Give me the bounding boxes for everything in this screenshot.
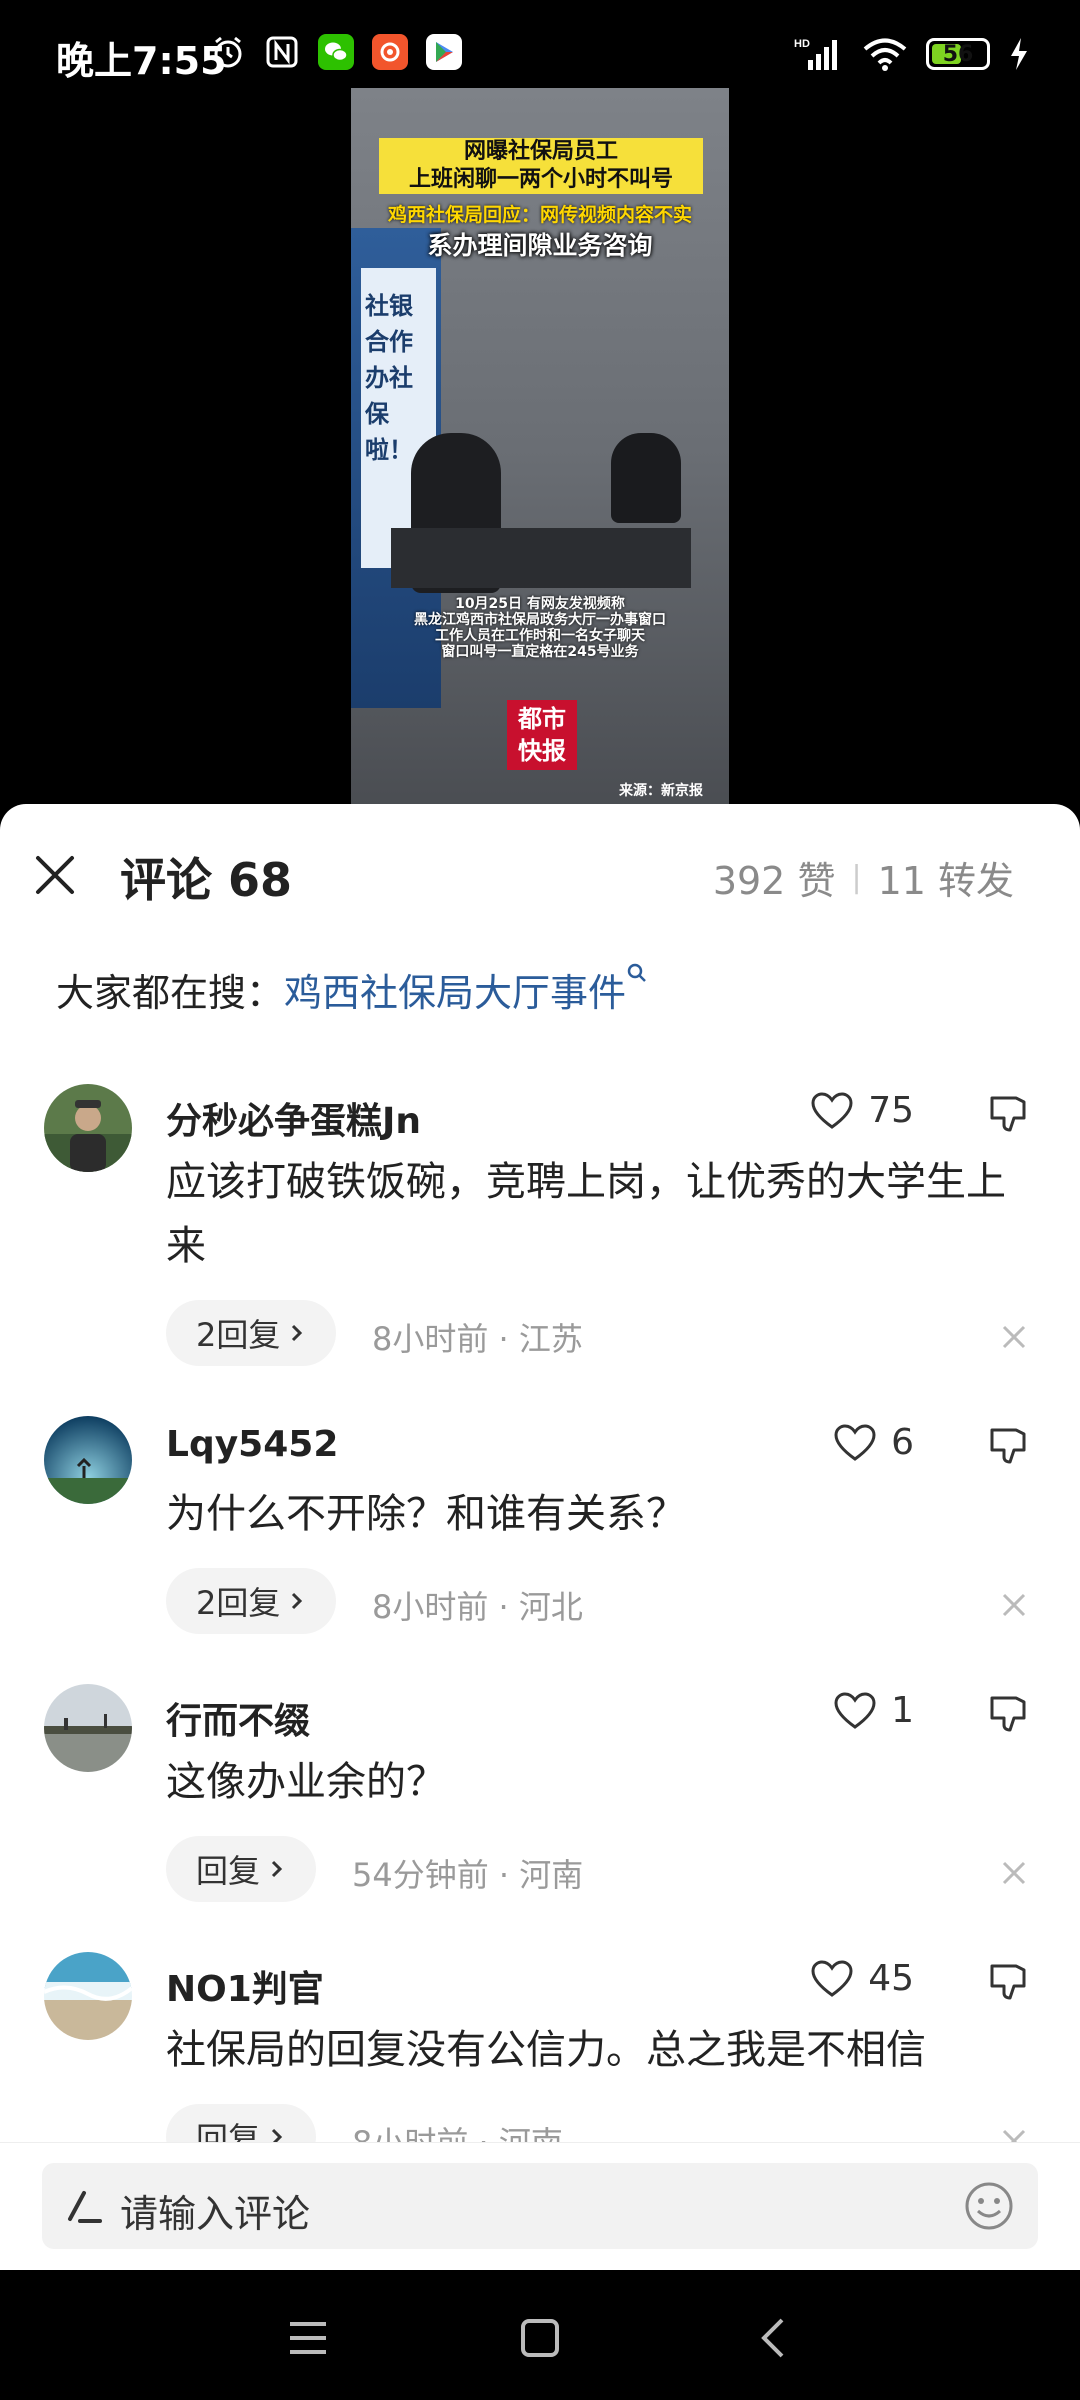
comment-text: 这像办业余的？ bbox=[166, 1759, 446, 1805]
back-icon[interactable] bbox=[750, 2314, 798, 2362]
comment-meta: 54分钟前 · 河南 bbox=[352, 1856, 584, 1894]
video-subtitle-2: 黑龙江鸡西市社保局政务大厅一办事窗口 bbox=[414, 612, 666, 628]
close-icon[interactable] bbox=[1000, 1859, 1028, 1887]
comment-username[interactable]: Lqy5452 bbox=[166, 1424, 338, 1465]
status-time: 晚上7:55 bbox=[56, 39, 227, 83]
emoji-icon[interactable] bbox=[962, 2179, 1016, 2233]
post-stats: 392 赞 | 11 转发 bbox=[713, 850, 1014, 905]
dushi-kuaibao-logo: 都市 快报 bbox=[507, 700, 577, 770]
avatar[interactable] bbox=[44, 1952, 132, 2040]
avatar[interactable] bbox=[44, 1084, 132, 1172]
notification-icons bbox=[210, 34, 462, 70]
dislike-icon[interactable] bbox=[986, 1092, 1030, 1136]
menu-icon[interactable] bbox=[284, 2314, 332, 2362]
heart-icon bbox=[811, 1959, 853, 1997]
comment-header: 评论 68 392 赞 | 11 转发 bbox=[0, 804, 1080, 944]
comment-meta: 8小时前 · 江苏 bbox=[372, 1320, 583, 1358]
reply-button[interactable]: 2回复 bbox=[166, 1300, 337, 1366]
chevron-right-icon bbox=[292, 1324, 303, 1342]
like-button[interactable]: 45 bbox=[810, 1958, 914, 1999]
comment-sheet: 评论 68 392 赞 | 11 转发 大家都在搜：鸡西社保局大厅事件 分秒必争… bbox=[0, 804, 1080, 2270]
video-subtitle-4: 窗口叫号一直定格在245号业务 bbox=[441, 644, 639, 660]
dislike-icon[interactable] bbox=[986, 1692, 1030, 1736]
reply-button[interactable]: 回复 bbox=[166, 1836, 317, 1902]
post-likes[interactable]: 392 赞 bbox=[713, 850, 836, 905]
reply-count: 2回复 bbox=[196, 1584, 281, 1622]
trending-search: 大家都在搜：鸡西社保局大厅事件 bbox=[56, 962, 648, 1017]
heart-icon bbox=[811, 1091, 853, 1129]
divider: | bbox=[851, 860, 862, 895]
video-headline-1: 网曝社保局员工 bbox=[463, 139, 618, 164]
like-count: 6 bbox=[891, 1422, 914, 1463]
video-headline-2: 上班闲聊一两个小时不叫号 bbox=[408, 167, 673, 192]
alarm-icon bbox=[210, 34, 246, 70]
post-shares[interactable]: 11 转发 bbox=[878, 850, 1014, 905]
comment-text: 为什么不开除？和谁有关系？ bbox=[166, 1491, 686, 1537]
video-subtitle-1: 10月25日 有网友发视频称 bbox=[455, 596, 625, 612]
comment-count-title: 评论 68 bbox=[120, 853, 293, 907]
camera-app-icon bbox=[372, 34, 408, 70]
heart-icon bbox=[834, 1691, 876, 1729]
like-button[interactable]: 75 bbox=[810, 1090, 914, 1131]
system-nav-bar bbox=[0, 2270, 1080, 2400]
video-person-staff bbox=[611, 433, 681, 523]
video-headline-box: 网曝社保局员工 上班闲聊一两个小时不叫号 bbox=[379, 138, 703, 194]
logo-line-1: 都市 bbox=[518, 705, 566, 733]
comment-meta: 8小时前 · 河北 bbox=[372, 1588, 583, 1626]
video-subtitle: 10月25日 有网友发视频称 黑龙江鸡西市社保局政务大厅一办事窗口 工作人员在工… bbox=[351, 596, 729, 660]
trending-search-keyword: 鸡西社保局大厅事件 bbox=[284, 971, 627, 1015]
logo-line-2: 快报 bbox=[518, 737, 566, 765]
dislike-icon[interactable] bbox=[986, 1424, 1030, 1468]
comment-text: 应该打破铁饭碗，竞聘上岗，让优秀的大学生上来 bbox=[166, 1159, 1006, 1269]
charging-icon bbox=[1011, 38, 1027, 70]
home-icon[interactable] bbox=[516, 2314, 564, 2362]
comment-username[interactable]: NO1判官 bbox=[166, 1960, 324, 2012]
search-icon bbox=[627, 963, 646, 982]
video-subtitle-3: 工作人员在工作时和一名女子聊天 bbox=[435, 628, 645, 644]
reply-label: 回复 bbox=[196, 1852, 261, 1890]
close-icon[interactable] bbox=[30, 850, 80, 900]
reply-button[interactable]: 2回复 bbox=[166, 1568, 337, 1634]
chevron-right-icon bbox=[292, 1592, 303, 1610]
like-count: 75 bbox=[868, 1090, 914, 1131]
comment-input[interactable]: 请输入评论 bbox=[42, 2163, 1038, 2249]
svg-text:HD: HD bbox=[794, 38, 810, 50]
nfc-icon bbox=[264, 34, 300, 70]
wechat-icon bbox=[318, 34, 354, 70]
like-button[interactable]: 1 bbox=[833, 1690, 914, 1731]
video-desk bbox=[391, 528, 691, 588]
battery-level: 56 bbox=[942, 41, 974, 67]
trending-search-label: 大家都在搜： bbox=[56, 971, 285, 1015]
wifi-icon bbox=[863, 38, 907, 71]
play-store-icon bbox=[426, 34, 462, 70]
like-count: 45 bbox=[868, 1958, 914, 1999]
comment-username[interactable]: 分秒必争蛋糕Jn bbox=[166, 1092, 421, 1144]
system-indicators: HD 56 bbox=[794, 36, 1030, 72]
comment-text: 社保局的回复没有公信力。总之我是不相信 bbox=[166, 2027, 926, 2073]
comment-username[interactable]: 行而不缀 bbox=[166, 1692, 310, 1744]
video-headline-3: 鸡西社保局回应：网传视频内容不实 bbox=[387, 204, 692, 226]
close-icon[interactable] bbox=[1000, 1591, 1028, 1619]
close-icon[interactable] bbox=[1000, 1323, 1028, 1351]
heart-icon bbox=[834, 1423, 876, 1461]
reply-count: 2回复 bbox=[196, 1316, 281, 1354]
video-source: 来源：新京报 bbox=[619, 783, 703, 799]
like-count: 1 bbox=[891, 1690, 914, 1731]
like-button[interactable]: 6 bbox=[833, 1422, 914, 1463]
avatar[interactable] bbox=[44, 1416, 132, 1504]
signal-icon: HD bbox=[794, 38, 837, 70]
comment-input-placeholder: 请输入评论 bbox=[120, 2192, 311, 2236]
pen-icon bbox=[68, 2191, 102, 2223]
trending-search-link[interactable]: 鸡西社保局大厅事件 bbox=[284, 963, 648, 1015]
avatar[interactable] bbox=[44, 1684, 132, 1772]
video-player[interactable]: 社银合作 办社保 啦！ 网曝社保局员工 上班闲聊一两个小时不叫号 鸡西社保局回应… bbox=[351, 88, 729, 808]
chevron-right-icon bbox=[271, 1860, 283, 1878]
video-headline-4: 系办理间隙业务咨询 bbox=[427, 231, 653, 260]
dislike-icon[interactable] bbox=[986, 1960, 1030, 2004]
comment-input-bar: 请输入评论 bbox=[0, 2142, 1080, 2270]
battery-indicator: 56 bbox=[926, 38, 990, 70]
